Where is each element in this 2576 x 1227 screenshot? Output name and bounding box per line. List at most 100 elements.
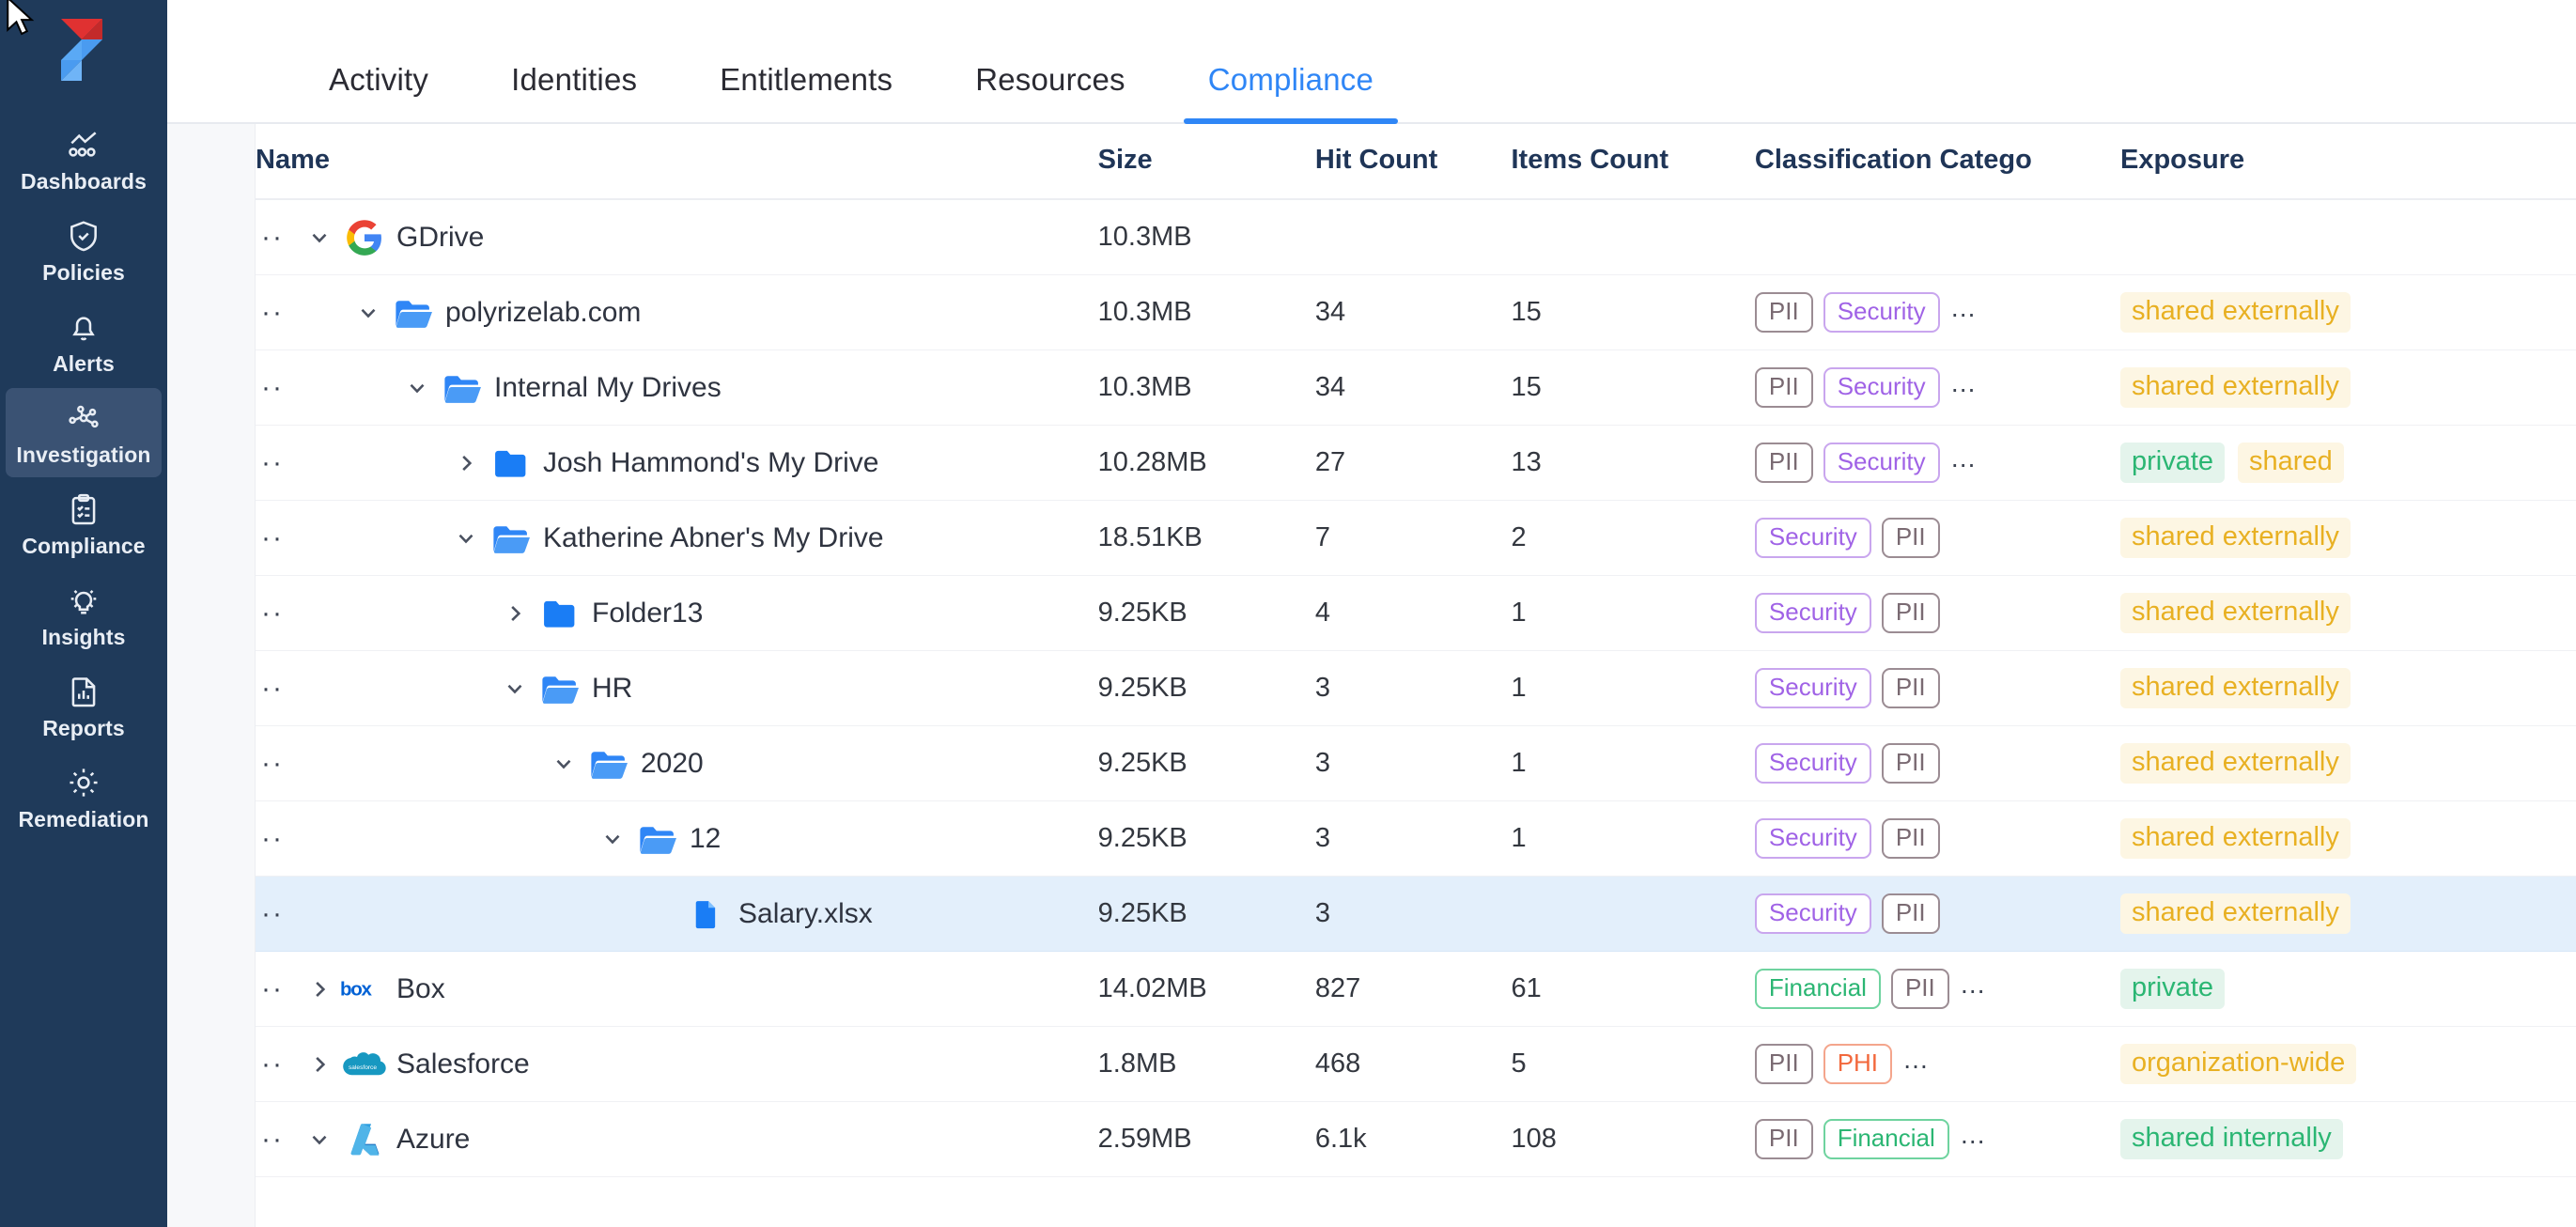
row-actions-menu[interactable]: ·· <box>256 900 299 928</box>
chevron-down-icon[interactable] <box>445 518 487 559</box>
sidebar-item-remediation[interactable]: Remediation <box>6 753 162 842</box>
classification-tag[interactable]: PII <box>1882 743 1940 784</box>
classification-tag[interactable]: Security <box>1755 743 1871 784</box>
more-tags-icon[interactable]: … <box>1950 295 1979 329</box>
tab-entitlements[interactable]: Entitlements <box>720 62 892 122</box>
row-actions-menu[interactable]: ·· <box>256 975 299 1003</box>
row-actions-menu[interactable]: ·· <box>256 825 299 853</box>
chevron-down-icon[interactable] <box>396 367 438 409</box>
classification-tag[interactable]: Security <box>1755 593 1871 634</box>
tab-compliance[interactable]: Compliance <box>1208 62 1373 122</box>
sidebar-item-alerts[interactable]: Alerts <box>6 297 162 386</box>
sidebar-item-compliance[interactable]: Compliance <box>6 479 162 568</box>
classification-tag[interactable]: PII <box>1882 668 1940 709</box>
row-actions-menu[interactable]: ·· <box>256 1126 299 1154</box>
exposure-badge[interactable]: shared internally <box>2120 1119 2343 1160</box>
exposure-badge[interactable]: shared externally <box>2120 743 2351 784</box>
column-header-name[interactable]: Name <box>256 124 1098 199</box>
table-row[interactable]: ··salesforceSalesforce1.8MB4685PIIPHI…or… <box>256 1027 2576 1102</box>
classification-tag[interactable]: Financial <box>1755 969 1881 1010</box>
exposure-badge[interactable]: private <box>2120 969 2225 1010</box>
chevron-down-icon[interactable] <box>494 668 535 709</box>
exposure-badge[interactable]: private <box>2120 443 2225 484</box>
row-actions-menu[interactable]: ·· <box>256 299 299 327</box>
exposure-badge[interactable]: shared externally <box>2120 292 2351 334</box>
chevron-right-icon[interactable] <box>445 443 487 484</box>
column-header-size[interactable]: Size <box>1098 124 1315 199</box>
app-logo[interactable] <box>44 13 123 83</box>
chevron-down-icon[interactable] <box>592 818 633 860</box>
classification-tag[interactable]: Security <box>1755 668 1871 709</box>
column-header-classification-category[interactable]: Classification Catego <box>1755 124 2120 199</box>
classification-tag[interactable]: Security <box>1755 518 1871 559</box>
more-tags-icon[interactable]: … <box>1960 1122 1988 1156</box>
sidebar-item-insights[interactable]: Insights <box>6 570 162 660</box>
chevron-down-icon[interactable] <box>299 1119 340 1160</box>
classification-tag[interactable]: PII <box>1755 443 1813 484</box>
table-row[interactable]: ··polyrizelab.com10.3MB3415PIISecurity…s… <box>256 275 2576 350</box>
classification-tag[interactable]: PII <box>1891 969 1949 1010</box>
chevron-right-icon[interactable] <box>494 593 535 634</box>
row-actions-menu[interactable]: ·· <box>256 1050 299 1079</box>
table-row[interactable]: ··Josh Hammond's My Drive10.28MB2713PIIS… <box>256 426 2576 501</box>
chevron-down-icon[interactable] <box>299 217 340 258</box>
classification-tag[interactable]: PII <box>1882 893 1940 935</box>
table-row[interactable]: ··GDrive10.3MB <box>256 199 2576 275</box>
classification-tag[interactable]: Security <box>1755 818 1871 860</box>
row-actions-menu[interactable]: ·· <box>256 675 299 703</box>
exposure-badge[interactable]: shared externally <box>2120 818 2351 860</box>
exposure-badge[interactable]: shared externally <box>2120 518 2351 559</box>
classification-tag[interactable]: PII <box>1882 518 1940 559</box>
sidebar-item-investigation[interactable]: Investigation <box>6 388 162 477</box>
table-row[interactable]: ··Internal My Drives10.3MB3415PIISecurit… <box>256 350 2576 426</box>
classification-tag[interactable]: PII <box>1882 818 1940 860</box>
table-row[interactable]: ··129.25KB31SecurityPIIshared externally <box>256 801 2576 877</box>
tab-identities[interactable]: Identities <box>511 62 637 122</box>
table-row[interactable]: ··Katherine Abner's My Drive18.51KB72Sec… <box>256 501 2576 576</box>
row-actions-menu[interactable]: ·· <box>256 449 299 477</box>
row-actions-menu[interactable]: ·· <box>256 374 299 402</box>
table-row[interactable]: ··Azure2.59MB6.1k108PIIFinancial…shared … <box>256 1102 2576 1177</box>
classification-tag[interactable]: PII <box>1755 1119 1813 1160</box>
row-actions-menu[interactable]: ·· <box>256 524 299 552</box>
chevron-right-icon[interactable] <box>299 1044 340 1085</box>
exposure-badge[interactable]: organization-wide <box>2120 1044 2356 1085</box>
classification-tag[interactable]: PHI <box>1823 1044 1892 1085</box>
more-tags-icon[interactable]: … <box>1902 1047 1931 1080</box>
column-header-hit-count[interactable]: Hit Count <box>1315 124 1512 199</box>
table-row[interactable]: ··Salary.xlsx9.25KB3SecurityPIIshared ex… <box>256 877 2576 952</box>
sidebar-item-reports[interactable]: Reports <box>6 661 162 751</box>
sidebar-item-policies[interactable]: Policies <box>6 206 162 295</box>
tab-activity[interactable]: Activity <box>329 62 428 122</box>
exposure-badge[interactable]: shared externally <box>2120 668 2351 709</box>
classification-tag[interactable]: PII <box>1882 593 1940 634</box>
exposure-badge[interactable]: shared externally <box>2120 367 2351 409</box>
sidebar-item-dashboards[interactable]: Dashboards <box>6 115 162 204</box>
table-row[interactable]: ··HR9.25KB31SecurityPIIshared externally <box>256 651 2576 726</box>
row-actions-menu[interactable]: ·· <box>256 750 299 778</box>
column-header-items-count[interactable]: Items Count <box>1511 124 1754 199</box>
chevron-down-icon[interactable] <box>348 292 389 334</box>
classification-tag[interactable]: PII <box>1755 367 1813 409</box>
classification-tag[interactable]: Financial <box>1823 1119 1949 1160</box>
classification-tag[interactable]: Security <box>1755 893 1871 935</box>
more-tags-icon[interactable]: … <box>1950 445 1979 479</box>
classification-tag[interactable]: Security <box>1823 367 1940 409</box>
exposure-badge[interactable]: shared externally <box>2120 893 2351 935</box>
more-tags-icon[interactable]: … <box>1960 971 1988 1005</box>
classification-tag[interactable]: PII <box>1755 292 1813 334</box>
chevron-right-icon[interactable] <box>299 969 340 1010</box>
table-row[interactable]: ··20209.25KB31SecurityPIIshared external… <box>256 726 2576 801</box>
row-actions-menu[interactable]: ·· <box>256 599 299 628</box>
table-row[interactable]: ··boxBox14.02MB82761FinancialPII…private <box>256 952 2576 1027</box>
more-tags-icon[interactable]: … <box>1950 370 1979 404</box>
chevron-down-icon[interactable] <box>543 743 584 784</box>
row-actions-menu[interactable]: ·· <box>256 224 299 252</box>
exposure-badge[interactable]: shared <box>2238 443 2344 484</box>
classification-tag[interactable]: PII <box>1755 1044 1813 1085</box>
column-header-exposure[interactable]: Exposure <box>2120 124 2576 199</box>
exposure-badge[interactable]: shared externally <box>2120 593 2351 634</box>
classification-tag[interactable]: Security <box>1823 292 1940 334</box>
table-row[interactable]: ··Folder139.25KB41SecurityPIIshared exte… <box>256 576 2576 651</box>
classification-tag[interactable]: Security <box>1823 443 1940 484</box>
